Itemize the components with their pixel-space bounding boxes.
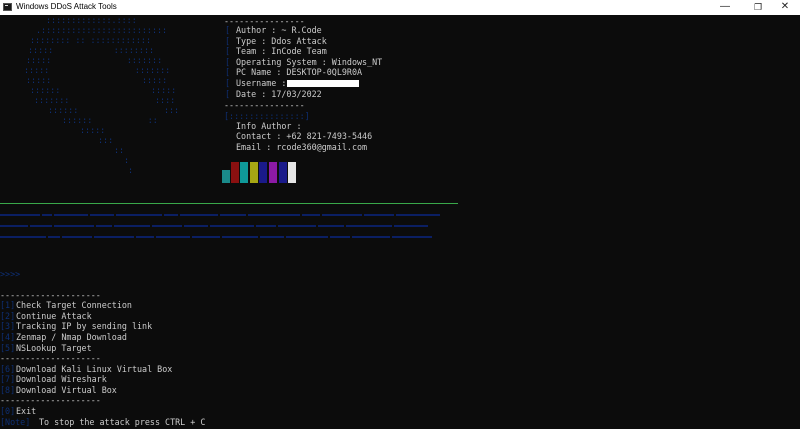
green-divider — [0, 203, 458, 204]
window-title: Windows DDoS Attack Tools — [16, 2, 117, 11]
info-date: Date : 17/03/2022 — [236, 89, 322, 99]
info-separator-bottom: ---------------- — [224, 100, 305, 110]
title-bar[interactable]: Windows DDoS Attack Tools — ❐ ✕ — [0, 0, 800, 15]
swatch-yellow — [250, 162, 258, 183]
menu-item-tracking-ip[interactable]: Tracking IP by sending link — [16, 321, 152, 331]
menu-rule-top: -------------------- — [0, 290, 101, 300]
info-username-label: Username : — [236, 78, 292, 88]
menu-rule-middle: -------------------- — [0, 353, 101, 363]
menu-item-check-target[interactable]: Check Target Connection — [16, 300, 132, 310]
info-author-heading: Info Author : — [236, 121, 302, 131]
swatch-blue — [279, 162, 287, 183]
swatch-white — [288, 162, 296, 183]
menu-rule-bottom: -------------------- — [0, 395, 101, 405]
menu-item-nslookup[interactable]: NSLookup Target — [16, 343, 92, 353]
menu-item-continue-attack[interactable]: Continue Attack — [16, 311, 92, 321]
swatch-navy — [259, 162, 267, 183]
terminal-window: Windows DDoS Attack Tools — ❐ ✕ ::::::::… — [0, 0, 800, 429]
close-button[interactable]: ✕ — [771, 0, 799, 15]
info-team: Team : InCode Team — [236, 46, 327, 56]
swatch-magenta — [269, 162, 277, 183]
info-type: Type : Ddos Attack — [236, 36, 327, 46]
maximize-button[interactable]: ❐ — [744, 0, 772, 15]
terminal-app-icon — [3, 3, 12, 11]
swatch-teal — [222, 170, 230, 183]
info-pc-name: PC Name : DESKTOP-0QL9R0A — [236, 67, 363, 77]
menu-item-download-kali[interactable]: Download Kali Linux Virtual Box — [16, 364, 172, 374]
minimize-button[interactable]: — — [711, 0, 739, 15]
stop-hint: To stop the attack press CTRL + C — [39, 417, 206, 427]
menu-item-zenmap[interactable]: Zenmap / Nmap Download — [16, 332, 127, 342]
menu-item-download-virtualbox[interactable]: Download Virtual Box — [16, 385, 117, 395]
info-contact: Contact : +62 821-7493-5446 — [236, 131, 373, 141]
username-redacted — [287, 80, 359, 87]
info-author: Author : ~ R.Code — [236, 25, 322, 35]
info-email: Email : rcode360@gmail.com — [236, 142, 368, 152]
menu-item-exit[interactable]: Exit — [16, 406, 36, 416]
swatch-cyan — [240, 162, 248, 183]
swatch-red — [231, 162, 239, 183]
prompt-indicator: >>>> — [0, 269, 21, 279]
info-os: Operating System : Windows_NT — [236, 57, 383, 67]
menu-item-download-wireshark[interactable]: Download Wireshark — [16, 374, 107, 384]
console-output[interactable]: :::::::::::::.:::: .::::::::::::::::::::… — [0, 15, 800, 429]
